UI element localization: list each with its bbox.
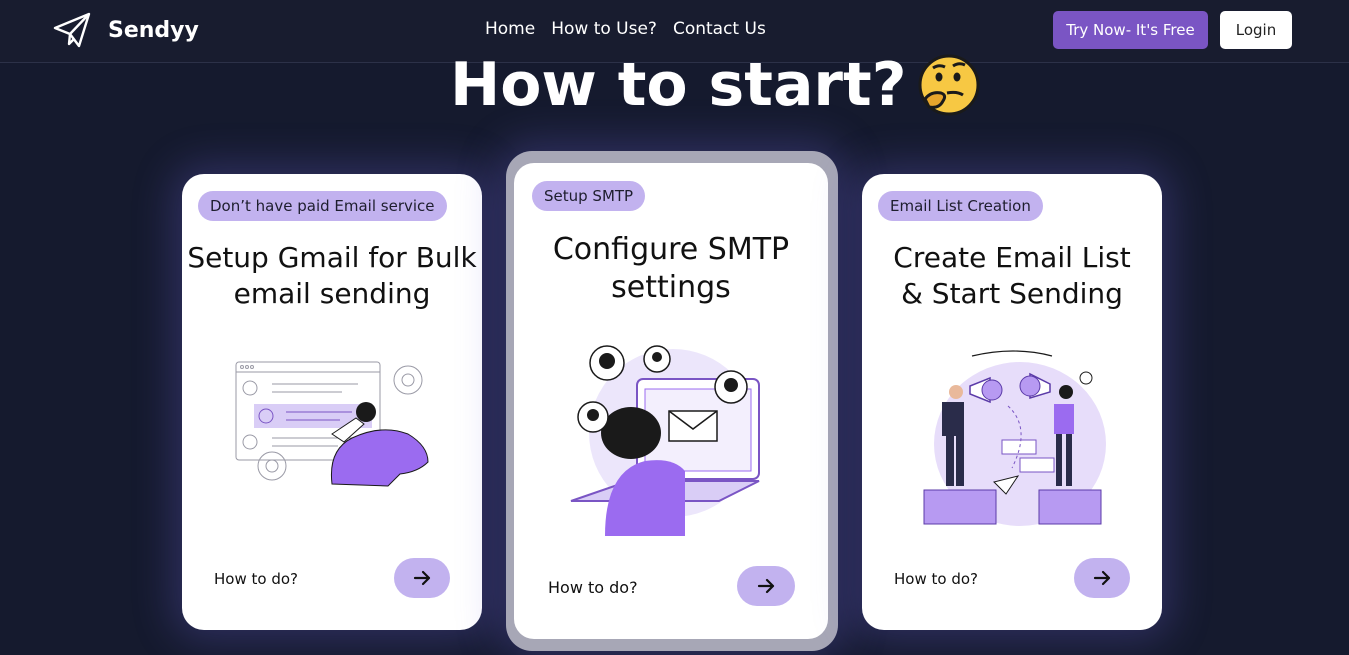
nav-links: Home How to Use? Contact Us: [485, 19, 782, 39]
email-list-illustration: [923, 350, 1106, 526]
card-smtp-config: Setup SMTP Configure SMTP settings How t…: [514, 163, 828, 639]
card-cta-text: How to do?: [214, 570, 298, 588]
smtp-config-illustration: [570, 345, 760, 536]
try-now-button[interactable]: Try Now- It's Free: [1053, 11, 1208, 49]
card-badge: Email List Creation: [878, 191, 1043, 221]
card-arrow-button[interactable]: [737, 566, 795, 606]
arrow-right-icon: [413, 570, 431, 586]
card-badge: Don’t have paid Email service: [198, 191, 447, 221]
nav-link-contact-us[interactable]: Contact Us: [673, 19, 766, 39]
card-cta-text: How to do?: [894, 570, 978, 588]
card-title: Create Email List & Start Sending: [893, 241, 1131, 310]
logo-text: Sendyy: [108, 17, 199, 43]
card-gmail-setup: Don’t have paid Email service Setup Gmai…: [182, 174, 482, 630]
arrow-right-icon: [1093, 570, 1111, 586]
card-cta-text: How to do?: [548, 578, 638, 597]
arrow-right-icon: [757, 578, 775, 594]
card-email-list: Email List Creation Create Email List & …: [862, 174, 1162, 630]
login-button[interactable]: Login: [1220, 11, 1292, 49]
card-smtp-highlight: Setup SMTP Configure SMTP settings How t…: [506, 151, 838, 651]
logo[interactable]: Sendyy: [53, 12, 199, 48]
gmail-setup-illustration: [235, 361, 429, 487]
paper-plane-icon: [53, 12, 91, 48]
page-heading-text: How to start?: [450, 50, 907, 120]
nav-link-how-to-use[interactable]: How to Use?: [551, 19, 657, 39]
card-title: Setup Gmail for Bulk email sending: [187, 241, 477, 310]
card-arrow-button[interactable]: [1074, 558, 1130, 598]
card-arrow-button[interactable]: [394, 558, 450, 598]
page: Sendyy Home How to Use? Contact Us Try N…: [0, 0, 1349, 655]
card-badge: Setup SMTP: [532, 181, 646, 211]
card-title: Configure SMTP settings: [552, 232, 790, 305]
page-heading: How to start?: [450, 50, 981, 120]
thinking-face-icon: [918, 54, 980, 116]
nav-link-home[interactable]: Home: [485, 19, 535, 39]
